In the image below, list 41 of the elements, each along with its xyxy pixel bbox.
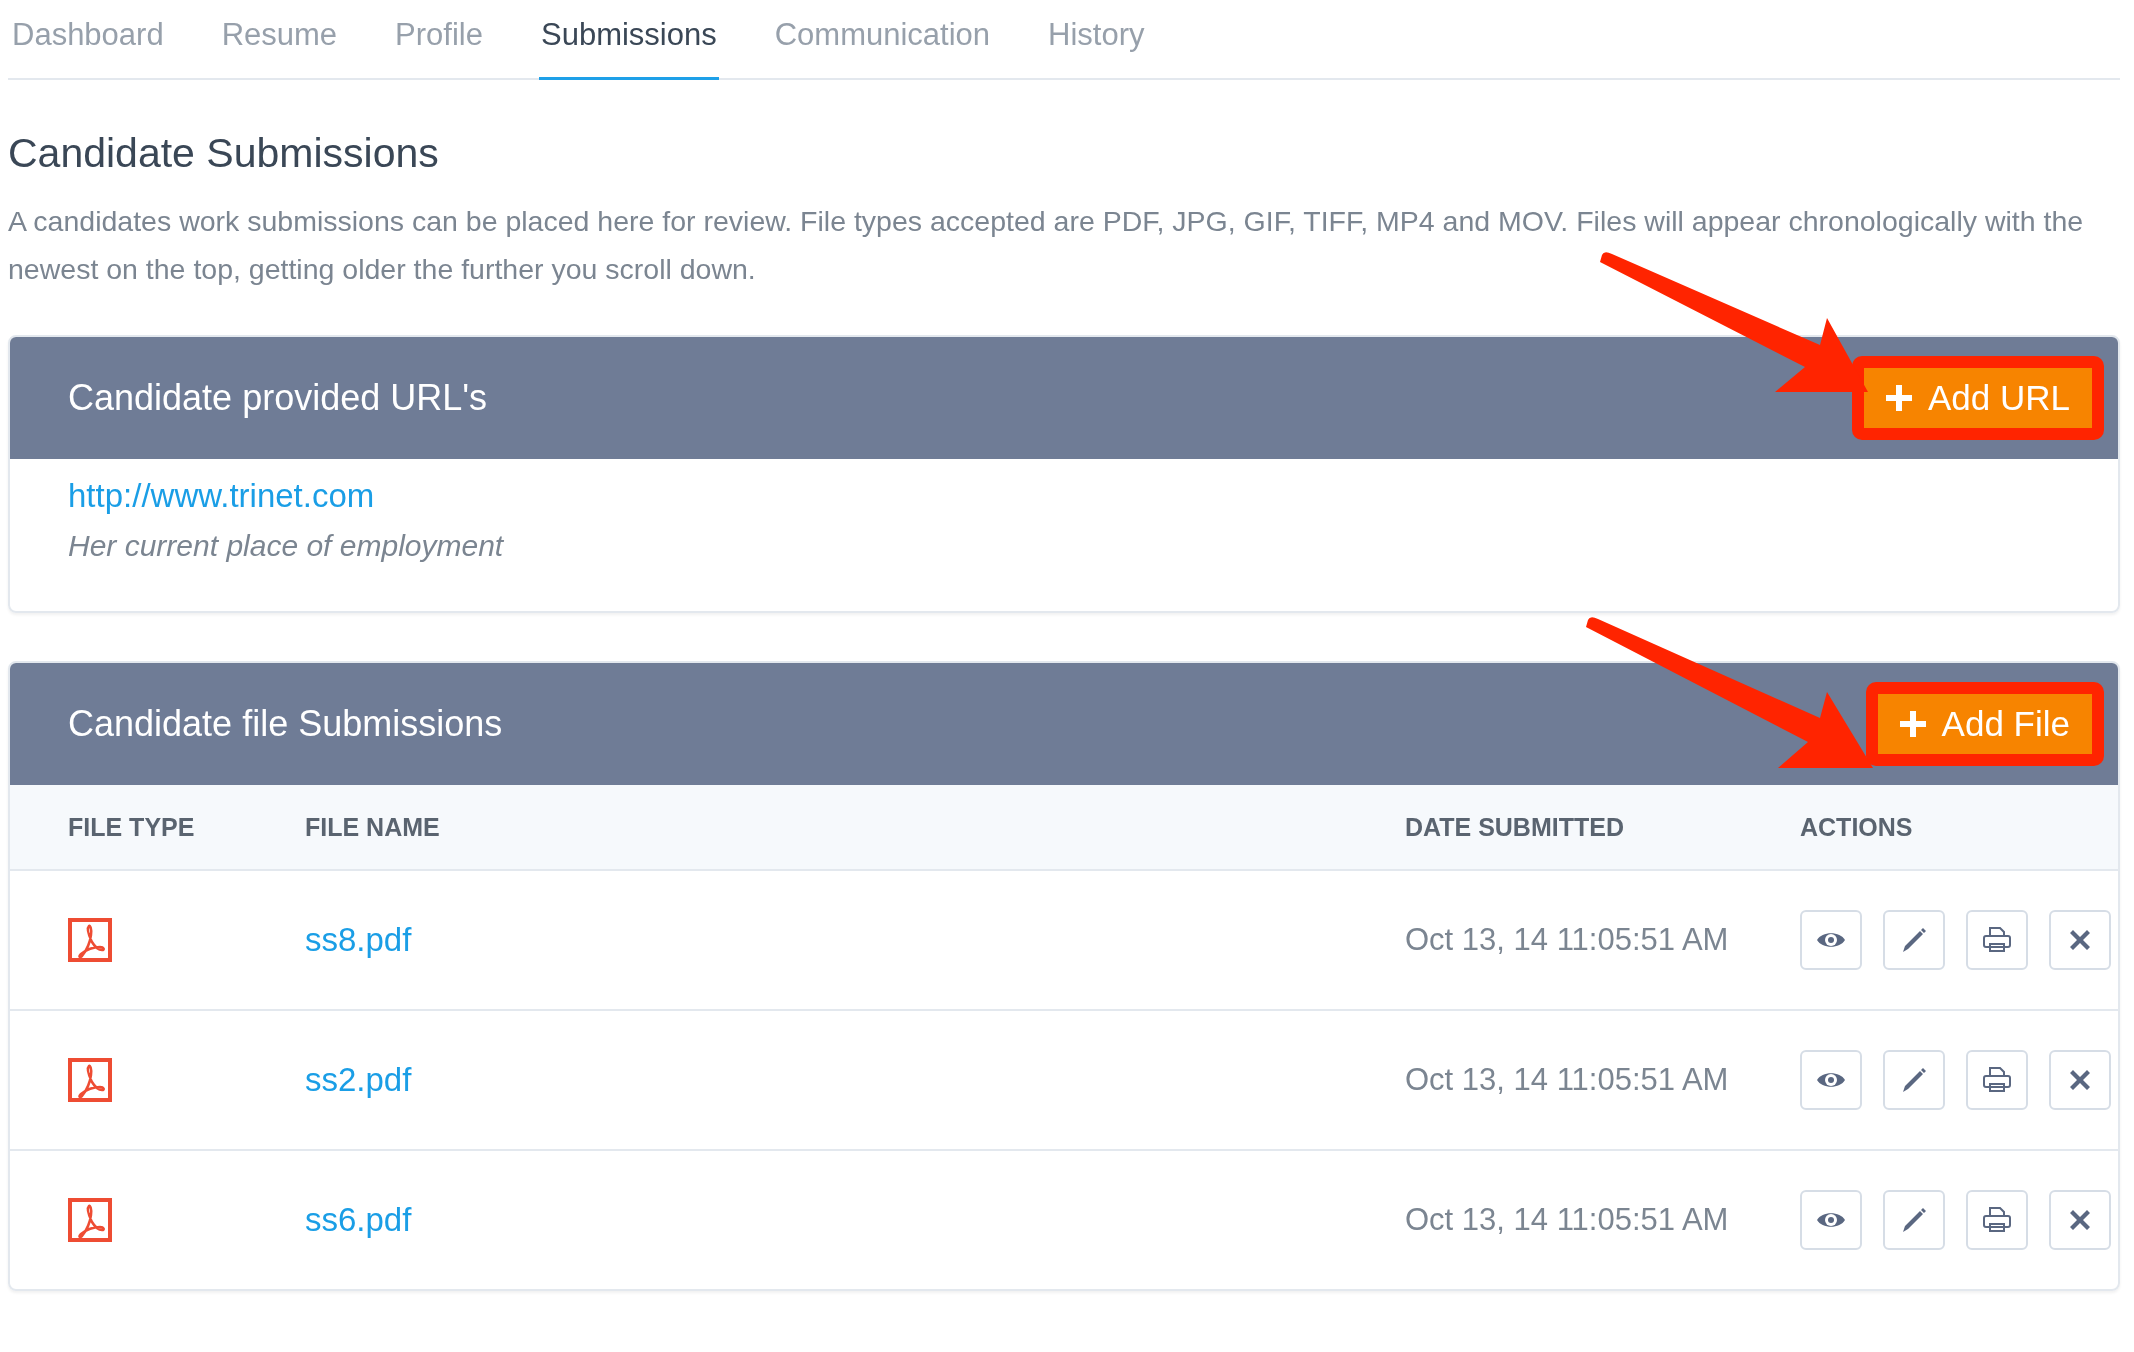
nav-tab[interactable]: Communication [772, 0, 993, 80]
column-header: ACTIONS [1800, 812, 1914, 842]
nav-tab[interactable]: Resume [219, 0, 340, 80]
date-cell-text: Oct 13, 14 11:05:51 AM [1405, 922, 1730, 958]
date-cell-text: Oct 13, 14 11:05:51 AM [1405, 1062, 1730, 1098]
description-text: A candidates work submissions can be placed here for review. File types accepted are PDF, JPG, GIF, TIFF, MP4 and MOV. Files will appear chronologically with the newest on the top, getting older the further you scroll down. [8, 204, 2085, 287]
column-header: DATE SUBMITTED [1405, 812, 1625, 842]
add-button[interactable]: Add URL [1863, 368, 2092, 428]
pdf-file-icon [68, 918, 112, 962]
print-button[interactable] [1966, 1190, 2028, 1250]
plus-icon [1899, 711, 1926, 737]
add-button[interactable]: Add File [1877, 694, 2092, 754]
delete-button[interactable] [2049, 1050, 2111, 1110]
view-button[interactable] [1800, 1050, 1862, 1110]
panel-title: Candidate provided URL's [68, 377, 488, 419]
file-link[interactable]: ss2.pdf [305, 1061, 412, 1099]
print-button[interactable] [1966, 1050, 2028, 1110]
edit-button[interactable] [1883, 1190, 1945, 1250]
delete-button[interactable] [2049, 910, 2111, 970]
nav-tab[interactable]: Profile [393, 0, 485, 80]
date-cell-text: Oct 13, 14 11:05:51 AM [1405, 1202, 1730, 1238]
edit-button[interactable] [1883, 910, 1945, 970]
view-button[interactable] [1800, 910, 1862, 970]
nav-tab[interactable]: History [1046, 0, 1147, 80]
file-link[interactable]: ss8.pdf [305, 921, 412, 959]
page-heading: Candidate Submissions [8, 130, 440, 177]
column-header: FILE TYPE [68, 812, 196, 842]
nav-tab[interactable]: Dashboard [10, 0, 166, 80]
print-button[interactable] [1966, 910, 2028, 970]
panel-title: Candidate file Submissions [68, 703, 503, 745]
edit-button[interactable] [1883, 1050, 1945, 1110]
pdf-file-icon [68, 1058, 112, 1102]
url-link[interactable]: http://www.trinet.com [68, 477, 2060, 515]
pdf-file-icon [68, 1198, 112, 1242]
file-link[interactable]: ss6.pdf [305, 1201, 412, 1239]
url-note: Her current place of employment [68, 529, 505, 563]
view-button[interactable] [1800, 1190, 1862, 1250]
nav-tab[interactable]: Submissions [538, 0, 719, 80]
column-header: FILE NAME [305, 812, 441, 842]
plus-icon [1885, 385, 1912, 411]
delete-button[interactable] [2049, 1190, 2111, 1250]
